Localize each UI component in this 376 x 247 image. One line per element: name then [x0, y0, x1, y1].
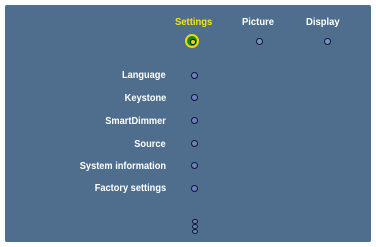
tab-display[interactable]: Display — [306, 16, 340, 28]
tab-settings[interactable]: Settings — [175, 16, 212, 28]
settings-selected-icon — [185, 34, 199, 48]
menu-item-keystone[interactable]: Keystone — [124, 92, 166, 104]
menu-item-system-information[interactable]: System information — [80, 160, 166, 172]
menu-item-smartdimmer[interactable]: SmartDimmer — [105, 115, 166, 127]
source-dot-icon — [191, 140, 198, 147]
smartdimmer-dot-icon — [191, 117, 198, 124]
osd-menu-screen: Settings Picture Display Language Keysto… — [5, 5, 371, 242]
tab-picture[interactable]: Picture — [242, 16, 274, 28]
system-information-dot-icon — [191, 162, 198, 169]
menu-item-language[interactable]: Language — [122, 69, 166, 81]
scroll-dot-icon — [192, 229, 198, 234]
menu-item-source[interactable]: Source — [135, 138, 166, 150]
picture-dot-icon — [256, 38, 263, 45]
factory-settings-dot-icon — [191, 185, 198, 192]
keystone-dot-icon — [191, 94, 198, 101]
language-dot-icon — [191, 72, 198, 79]
display-dot-icon — [324, 38, 331, 45]
menu-item-factory-settings[interactable]: Factory settings — [95, 182, 166, 194]
